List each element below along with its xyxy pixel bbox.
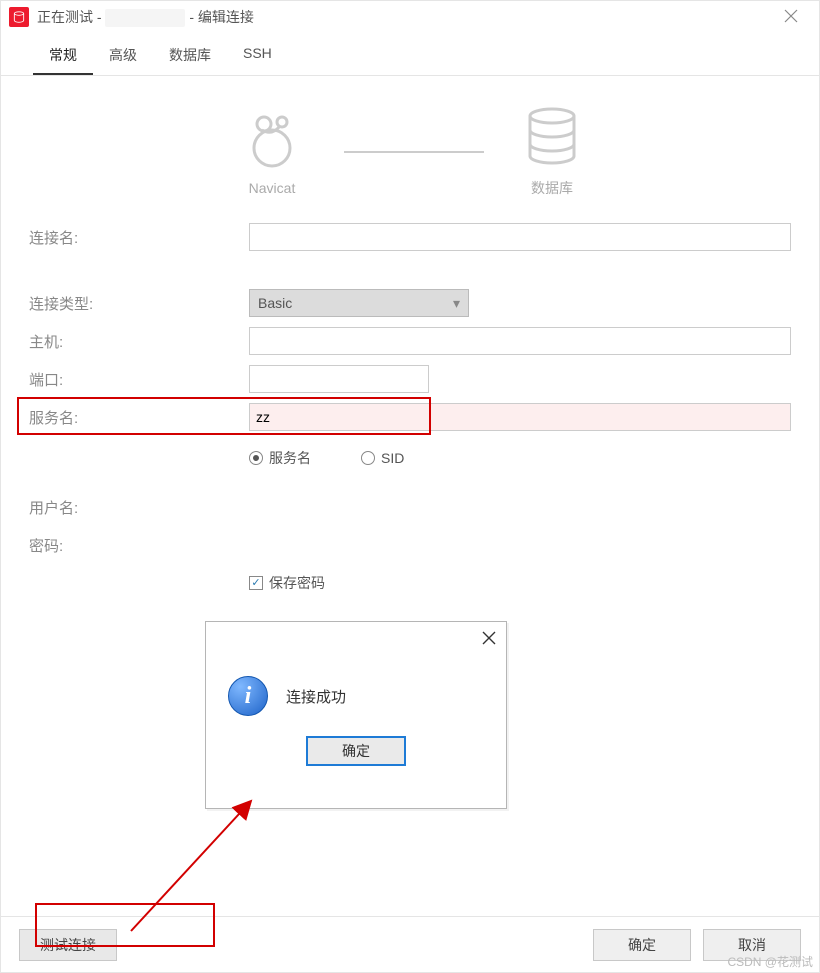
result-dialog: i 连接成功 确定	[205, 621, 507, 809]
database-icon	[524, 106, 580, 170]
label-service-name: 服务名:	[29, 407, 249, 428]
chevron-down-icon: ▾	[453, 295, 460, 312]
hero: Navicat 数据库	[1, 76, 819, 208]
tab-database[interactable]: 数据库	[153, 37, 227, 75]
titlebar: 正在测试 - - 编辑连接	[1, 1, 819, 33]
hero-connector-line	[344, 151, 484, 153]
service-name-input[interactable]	[249, 403, 791, 431]
tab-general[interactable]: 常规	[33, 37, 93, 75]
info-icon: i	[228, 676, 268, 716]
hero-database-label: 数据库	[531, 178, 573, 198]
edit-connection-window: 正在测试 - - 编辑连接 常规 高级 数据库 SSH Navicat	[0, 0, 820, 973]
label-password: 密码:	[29, 535, 249, 556]
footer: 测试连接 确定 取消	[1, 916, 819, 972]
radio-sid[interactable]: SID	[361, 450, 404, 466]
dialog-message: 连接成功	[286, 686, 346, 707]
hero-database: 数据库	[524, 106, 580, 198]
hero-navicat-label: Navicat	[249, 180, 296, 196]
label-conn-name: 连接名:	[29, 227, 249, 248]
watermark: CSDN @花测试	[727, 953, 813, 970]
form: 连接名: 连接类型: Basic ▾ 主机: 端口: 服务名:	[1, 208, 819, 602]
tabs: 常规 高级 数据库 SSH	[1, 37, 819, 76]
radio-service-name[interactable]: 服务名	[249, 448, 311, 468]
navicat-icon	[240, 108, 304, 172]
test-connection-button[interactable]: 测试连接	[19, 929, 117, 961]
label-username: 用户名:	[29, 497, 249, 518]
conn-type-select[interactable]: Basic ▾	[249, 289, 469, 317]
dialog-ok-button[interactable]: 确定	[306, 736, 406, 766]
password-input[interactable]	[249, 531, 791, 559]
tab-advanced[interactable]: 高级	[93, 37, 153, 75]
conn-type-value: Basic	[258, 295, 292, 311]
host-input[interactable]	[249, 327, 791, 355]
close-icon[interactable]	[771, 7, 811, 28]
window-title: 正在测试 - - 编辑连接	[37, 7, 771, 27]
ok-button[interactable]: 确定	[593, 929, 691, 961]
label-host: 主机:	[29, 331, 249, 352]
hero-navicat: Navicat	[240, 108, 304, 196]
username-input[interactable]	[249, 493, 791, 521]
app-icon	[9, 7, 29, 27]
port-input[interactable]	[249, 365, 429, 393]
label-port: 端口:	[29, 369, 249, 390]
tab-ssh[interactable]: SSH	[227, 37, 288, 75]
conn-name-input[interactable]	[249, 223, 791, 251]
label-conn-type: 连接类型:	[29, 293, 249, 314]
dialog-close-icon[interactable]	[482, 631, 496, 648]
save-password-checkbox[interactable]: ✓保存密码	[249, 573, 791, 593]
